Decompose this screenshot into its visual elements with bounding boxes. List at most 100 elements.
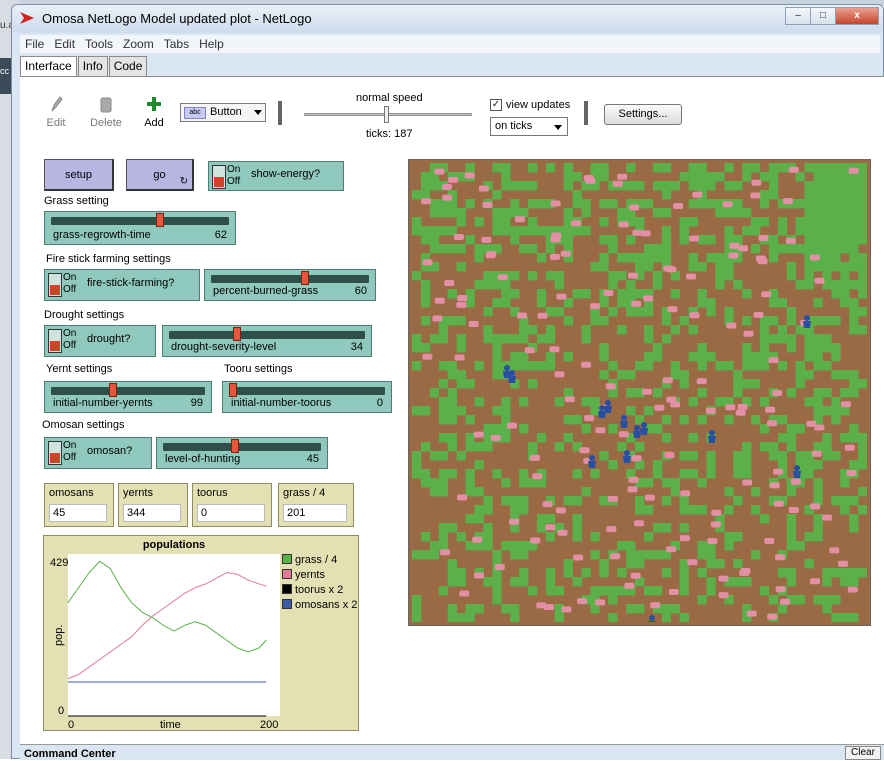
- grass-patch: [742, 469, 752, 479]
- grass-patch: [849, 208, 859, 218]
- grass-patch: [840, 406, 850, 416]
- grass-patch: [519, 226, 529, 236]
- menu-tabs[interactable]: Tabs: [159, 35, 194, 53]
- delete-tool[interactable]: Delete: [86, 95, 126, 129]
- grass-patch: [438, 415, 449, 425]
- slider-track[interactable]: [169, 331, 365, 339]
- grass-patch: [831, 595, 841, 605]
- grass-patch: [456, 379, 466, 389]
- grass-patch: [813, 523, 823, 533]
- grass-patch: [813, 343, 823, 353]
- grass-patch: [438, 469, 449, 479]
- grass-patch: [777, 163, 788, 173]
- grass-patch: [688, 199, 698, 209]
- slider-thumb[interactable]: [232, 327, 241, 341]
- menu-file[interactable]: File: [20, 35, 49, 53]
- tab-interface[interactable]: Interface: [20, 56, 77, 76]
- slider-thumb[interactable]: [229, 383, 237, 397]
- slider-track[interactable]: [163, 443, 321, 451]
- level-of-hunting-slider[interactable]: level-of-hunting 45: [156, 437, 328, 469]
- grass-patch: [599, 370, 609, 380]
- speed-slider-thumb[interactable]: [384, 106, 389, 123]
- slider-thumb[interactable]: [109, 383, 118, 397]
- command-center-bar[interactable]: Command Center Clear: [20, 744, 884, 760]
- slider-thumb[interactable]: [301, 271, 309, 285]
- grass-patch: [849, 568, 859, 578]
- grass-patch: [510, 496, 520, 506]
- drought-switch[interactable]: On Off drought?: [44, 325, 156, 357]
- grass-patch: [831, 613, 841, 622]
- grass-patch: [715, 262, 725, 272]
- slider-thumb[interactable]: [230, 439, 239, 453]
- minimize-button[interactable]: –: [785, 7, 811, 25]
- initial-toorus-slider[interactable]: initial-number-toorus 0: [222, 381, 392, 413]
- yernt-agent: [711, 509, 722, 516]
- widget-type-dropdown[interactable]: abc Button: [180, 103, 266, 122]
- menu-edit[interactable]: Edit: [49, 35, 80, 53]
- grass-patch: [447, 244, 457, 254]
- percent-burned-slider[interactable]: percent-burned-grass 60: [204, 269, 376, 301]
- grass-patch: [644, 478, 654, 488]
- grass-patch: [644, 532, 654, 542]
- grass-patch: [742, 460, 752, 470]
- grass-patch: [858, 433, 867, 443]
- grass-patch: [572, 523, 582, 533]
- yernt-agent: [810, 503, 821, 510]
- grass-patch: [429, 451, 440, 461]
- yernt-agent: [560, 250, 571, 257]
- omosan-switch[interactable]: On Off omosan?: [44, 437, 152, 469]
- switch-toggle[interactable]: [212, 165, 226, 189]
- slider-track[interactable]: [229, 387, 385, 395]
- delete-label: Delete: [90, 117, 122, 129]
- switch-toggle[interactable]: [48, 273, 62, 297]
- menu-zoom[interactable]: Zoom: [118, 35, 159, 53]
- grass-patch: [545, 568, 556, 578]
- grass-patch: [438, 244, 449, 254]
- initial-yernts-slider[interactable]: initial-number-yernts 99: [44, 381, 212, 413]
- grass-patch: [626, 307, 636, 317]
- grass-patch: [644, 262, 654, 272]
- switch-toggle[interactable]: [48, 441, 62, 465]
- switch-off-label: Off: [63, 452, 77, 463]
- yernt-agent: [785, 237, 796, 244]
- update-mode-dropdown[interactable]: on ticks: [490, 117, 568, 136]
- grass-patch: [849, 298, 859, 308]
- tab-info[interactable]: Info: [77, 56, 108, 76]
- world-view[interactable]: [408, 159, 871, 626]
- yernt-agent: [517, 312, 527, 319]
- setup-button[interactable]: setup: [44, 159, 114, 191]
- menu-help[interactable]: Help: [194, 35, 229, 53]
- slider-thumb[interactable]: [156, 213, 165, 227]
- grass-patch: [635, 604, 645, 614]
- yernt-agent: [686, 273, 697, 280]
- grass-patch: [822, 235, 832, 245]
- menu-tools[interactable]: Tools: [80, 35, 118, 53]
- show-energy-switch[interactable]: On Off show-energy?: [208, 161, 344, 191]
- grass-patch: [644, 334, 654, 344]
- toorus-monitor: toorus 0: [192, 483, 272, 527]
- maximize-button[interactable]: □: [810, 7, 836, 25]
- title-bar[interactable]: Omosa NetLogo Model updated plot - NetLo…: [12, 5, 883, 33]
- toolbar-separator: [584, 101, 588, 125]
- switch-toggle[interactable]: [48, 329, 62, 353]
- grass-regrowth-slider[interactable]: grass-regrowth-time 62: [44, 211, 236, 245]
- slider-track[interactable]: [51, 217, 229, 225]
- fire-stick-farming-switch[interactable]: On Off fire-stick-farming?: [44, 269, 200, 301]
- slider-track[interactable]: [51, 387, 205, 395]
- tab-code[interactable]: Code: [108, 56, 148, 76]
- drought-severity-slider[interactable]: drought-severity-level 34: [162, 325, 372, 357]
- settings-button[interactable]: Settings...: [604, 104, 682, 125]
- yernt-agent: [662, 377, 673, 384]
- grass-patch: [483, 307, 493, 317]
- grass-patch: [635, 460, 645, 470]
- slider-track[interactable]: [211, 275, 369, 283]
- grass-patch: [545, 352, 556, 362]
- edit-tool[interactable]: Edit: [36, 95, 76, 129]
- close-button[interactable]: x: [835, 7, 879, 25]
- add-tool[interactable]: Add: [134, 95, 174, 129]
- populations-plot[interactable]: populations 429 0 0 200 time pop. grass …: [43, 535, 359, 731]
- view-updates-checkbox[interactable]: ✓: [490, 99, 502, 111]
- go-button[interactable]: go ↻: [126, 159, 194, 191]
- grass-patch: [644, 361, 654, 371]
- clear-button[interactable]: Clear: [845, 746, 881, 760]
